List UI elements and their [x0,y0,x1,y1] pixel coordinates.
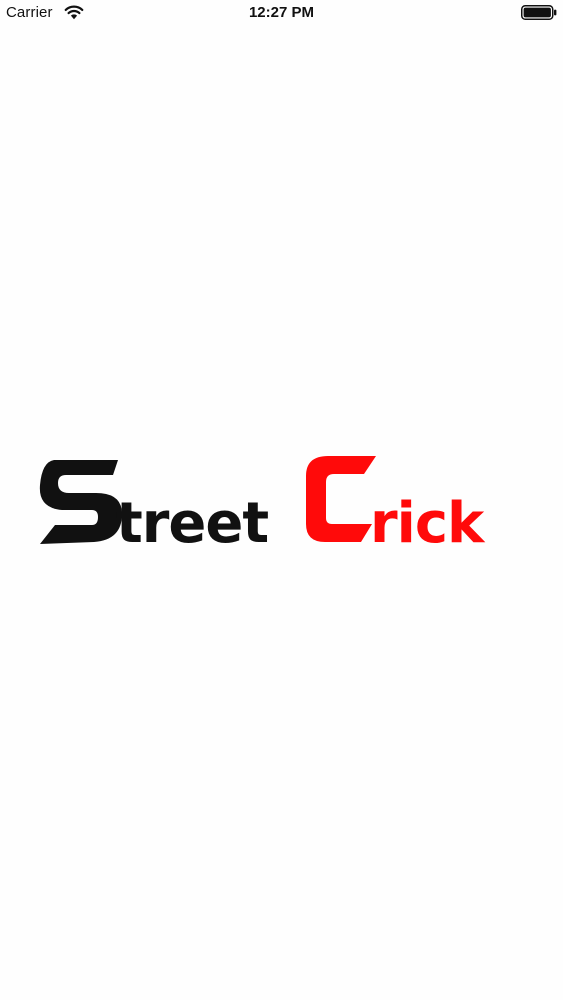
status-time: 12:27 PM [248,4,315,21]
logo-s-glyph [39,460,122,544]
logo-c-glyph [306,456,376,542]
logo-text-crick: rick [370,491,486,556]
streetcrick-logo: treet rick [39,456,487,556]
battery-icon [521,5,557,20]
status-bar: Carrier 12:27 PM [0,0,563,28]
splash-screen: Carrier 12:27 PM treet rick [0,0,563,1000]
logo-text-street: treet [116,491,268,556]
